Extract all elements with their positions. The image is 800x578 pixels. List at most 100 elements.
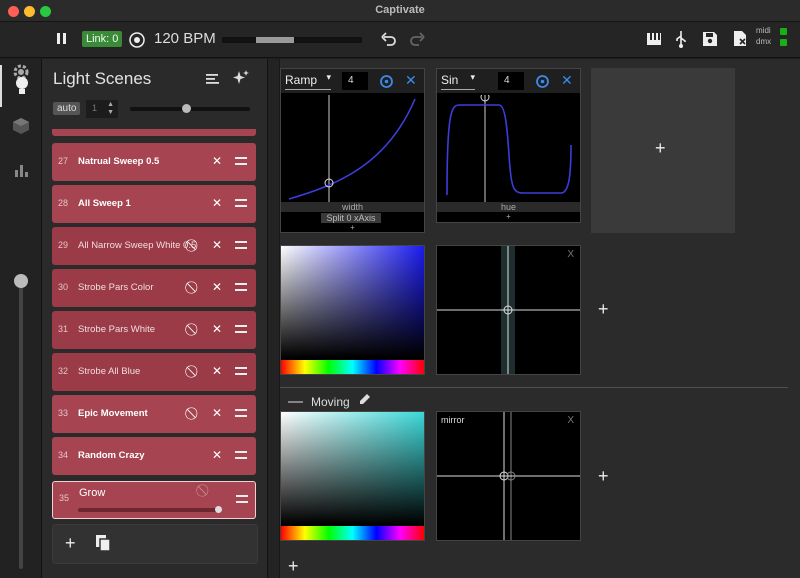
auto-slider-thumb[interactable] (182, 104, 191, 113)
scene-row[interactable]: 28 All Sweep 1 ✕ (52, 185, 256, 223)
delete-icon[interactable]: ✕ (212, 154, 222, 168)
shape-value: Sin (441, 73, 459, 87)
auto-count-input[interactable]: 1 ▲ ▼ (86, 100, 118, 118)
save-icon[interactable] (702, 31, 718, 52)
auto-button[interactable]: auto (53, 102, 81, 115)
midi-status-indicator (780, 28, 787, 35)
color-picker[interactable] (280, 411, 425, 541)
tap-tempo-icon[interactable] (128, 31, 146, 54)
delete-icon[interactable]: ✕ (212, 448, 222, 462)
chart-icon[interactable] (0, 149, 42, 191)
hue-slider[interactable] (281, 526, 424, 540)
add-group-item-icon[interactable]: + (598, 299, 609, 320)
export-icon[interactable] (732, 30, 748, 53)
scene-row[interactable]: 30 Strobe Pars Color ⃠ ✕ (52, 269, 256, 307)
panel-title: Light Scenes (53, 69, 152, 88)
pause-icon[interactable] (55, 31, 69, 52)
redo-icon[interactable] (408, 31, 426, 52)
drag-handle-icon[interactable] (235, 367, 247, 375)
piano-icon[interactable] (646, 32, 662, 51)
chevron-down-icon: ▾ (470, 72, 475, 82)
add-group-icon[interactable]: + (288, 556, 299, 577)
scene-row-partial[interactable] (52, 129, 256, 136)
reset-phase-icon[interactable] (379, 74, 394, 94)
hue-slider[interactable] (281, 360, 424, 374)
param-label[interactable]: hue (437, 202, 580, 212)
count-stepper[interactable]: 4 (498, 72, 524, 90)
saturation-value-area[interactable] (281, 412, 424, 524)
delete-icon[interactable]: ✕ (212, 196, 222, 210)
split-label[interactable]: Split 0 xAxis (321, 213, 381, 223)
scene-intensity-slider[interactable] (78, 508, 220, 512)
add-param-button[interactable]: + (281, 223, 424, 232)
scene-intensity-thumb[interactable] (215, 506, 222, 513)
bpm-display[interactable]: 120 BPM (154, 30, 216, 47)
editor-divider (268, 59, 280, 578)
collapse-icon[interactable]: — (288, 393, 303, 410)
scene-row[interactable]: 32 Strobe All Blue ⃠ ✕ (52, 353, 256, 391)
shape-select[interactable]: Ramp ▾ (285, 72, 331, 90)
add-scene-icon[interactable]: + (65, 533, 76, 554)
scene-row[interactable]: 34 Random Crazy ✕ (52, 437, 256, 475)
drag-handle-icon[interactable] (235, 157, 247, 165)
scene-name: Strobe All Blue (78, 366, 141, 377)
edit-pencil-icon[interactable] (358, 392, 372, 411)
sort-icon[interactable] (206, 72, 220, 90)
master-slider-thumb[interactable] (14, 274, 28, 288)
scene-number: 34 (58, 450, 69, 460)
master-slider-track[interactable] (19, 279, 23, 569)
scene-number: 33 (58, 408, 69, 418)
saturation-value-area[interactable] (281, 246, 424, 358)
scene-number: 35 (59, 493, 70, 503)
position-pad[interactable]: X (436, 245, 581, 375)
usb-icon[interactable] (674, 30, 688, 53)
param-label[interactable]: width (281, 202, 424, 212)
delete-icon[interactable]: ✕ (212, 238, 222, 252)
delete-icon[interactable]: ✕ (212, 364, 222, 378)
shape-select[interactable]: Sin ▾ (441, 72, 475, 90)
light-scenes-nav-icon[interactable] (0, 65, 42, 107)
copy-scene-icon[interactable] (95, 534, 111, 557)
drag-handle-icon[interactable] (236, 495, 248, 503)
delete-icon[interactable]: ✕ (212, 322, 222, 336)
dmx-status-indicator (780, 39, 787, 46)
add-group-item-icon[interactable]: + (598, 466, 609, 487)
delete-icon[interactable]: ✕ (212, 406, 222, 420)
delete-icon[interactable]: ✕ (212, 280, 222, 294)
pad-close-icon[interactable]: X (567, 415, 574, 426)
sin-waveform[interactable] (443, 95, 576, 203)
position-pad[interactable]: mirror X (436, 411, 581, 541)
scene-row[interactable]: 31 Strobe Pars White ⃠ ✕ (52, 311, 256, 349)
drag-handle-icon[interactable] (235, 325, 247, 333)
sparkle-icon[interactable] (232, 69, 250, 92)
drag-handle-icon[interactable] (235, 241, 247, 249)
ramp-waveform[interactable] (287, 95, 420, 203)
undo-icon[interactable] (380, 31, 398, 52)
add-modulator-slot[interactable]: + (591, 68, 735, 233)
reset-phase-icon[interactable] (535, 74, 550, 94)
drag-handle-icon[interactable] (235, 283, 247, 291)
scene-row-active[interactable]: 35 Grow ⃠ (52, 481, 256, 519)
shape-value: Ramp (285, 73, 318, 87)
modulator-header: Ramp ▾ 4 ✕ (281, 69, 424, 93)
drag-handle-icon[interactable] (235, 409, 247, 417)
close-icon[interactable]: ✕ (405, 72, 417, 89)
pad-close-icon[interactable]: X (567, 249, 574, 260)
scene-row[interactable]: 29 All Narrow Sweep White 0.5 ⃠ ✕ (52, 227, 256, 265)
tempo-progress-fill (256, 37, 294, 43)
scene-number: 30 (58, 282, 69, 292)
scene-row[interactable]: 27 Natrual Sweep 0.5 ✕ (52, 143, 256, 181)
stepper-arrows-icon[interactable]: ▲ ▼ (107, 101, 114, 117)
scene-row[interactable]: 33 Epic Movement ⃠ ✕ (52, 395, 256, 433)
color-picker[interactable] (280, 245, 425, 375)
scene-name-input[interactable]: Grow (79, 487, 105, 499)
drag-handle-icon[interactable] (235, 451, 247, 459)
count-stepper[interactable]: 4 (342, 72, 368, 90)
midi-status-label: midi (756, 26, 771, 35)
cube-icon[interactable] (0, 105, 42, 147)
add-param-button[interactable]: + (437, 212, 580, 221)
close-icon[interactable]: ✕ (561, 72, 573, 89)
link-button[interactable]: Link: 0 (82, 31, 123, 47)
drag-handle-icon[interactable] (235, 199, 247, 207)
add-modulator-icon[interactable]: + (655, 138, 666, 159)
